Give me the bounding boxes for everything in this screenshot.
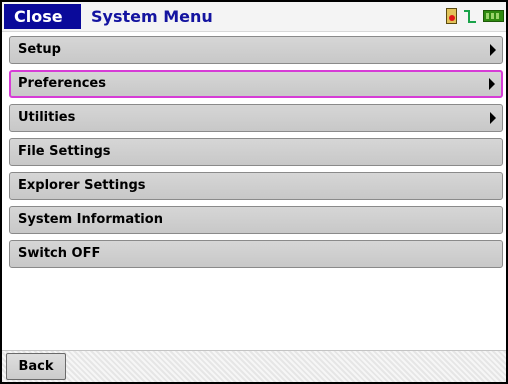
menu-item-label: Setup: [18, 42, 61, 57]
bottom-bar: Back: [2, 350, 506, 382]
menu-list: Setup Preferences Utilities File Setting…: [9, 36, 503, 274]
submenu-arrow-icon: [490, 112, 496, 124]
menu-item-utilities[interactable]: Utilities: [9, 104, 503, 132]
menu-item-label: File Settings: [18, 144, 111, 159]
battery-icon: [483, 10, 504, 22]
title-bar: Close System Menu: [2, 2, 506, 32]
signal-icon: [464, 10, 476, 23]
menu-item-preferences[interactable]: Preferences: [9, 70, 503, 98]
menu-item-label: Explorer Settings: [18, 178, 146, 193]
submenu-arrow-icon: [489, 78, 495, 90]
menu-item-setup[interactable]: Setup: [9, 36, 503, 64]
menu-item-label: System Information: [18, 212, 163, 227]
menu-item-label: Switch OFF: [18, 246, 101, 261]
close-button[interactable]: Close: [4, 4, 81, 29]
menu-item-switch-off[interactable]: Switch OFF: [9, 240, 503, 268]
back-button[interactable]: Back: [6, 353, 66, 380]
page-title: System Menu: [91, 7, 213, 26]
menu-item-explorer-settings[interactable]: Explorer Settings: [9, 172, 503, 200]
menu-item-file-settings[interactable]: File Settings: [9, 138, 503, 166]
system-menu-window: Close System Menu Setup Preferences Util…: [0, 0, 508, 384]
menu-item-system-information[interactable]: System Information: [9, 206, 503, 234]
status-icons: [446, 7, 504, 25]
sd-card-icon: [446, 8, 457, 24]
menu-item-label: Utilities: [18, 110, 76, 125]
submenu-arrow-icon: [490, 44, 496, 56]
menu-item-label: Preferences: [18, 76, 106, 91]
